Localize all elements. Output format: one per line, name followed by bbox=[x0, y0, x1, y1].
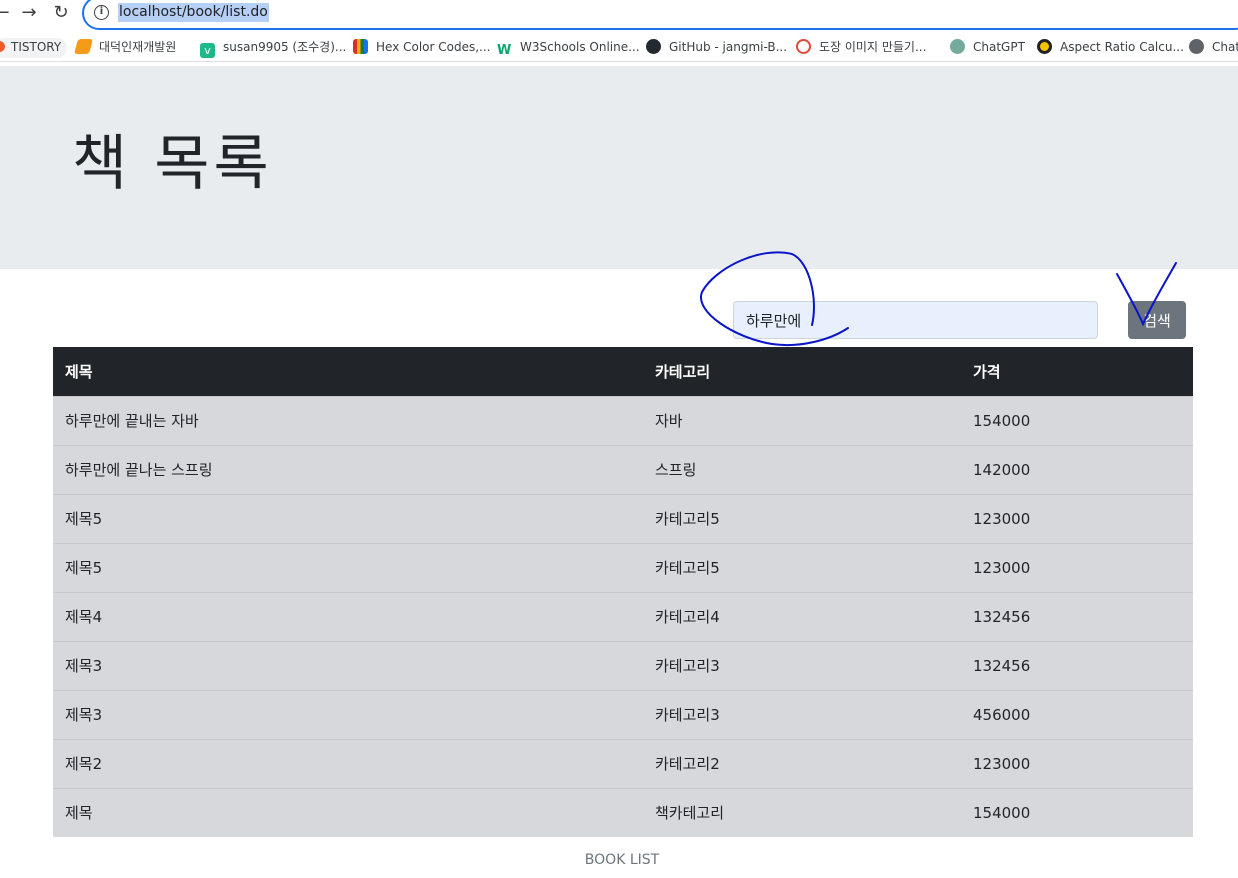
table-header-row: 제목 카테고리 가격 bbox=[53, 347, 1193, 396]
reload-icon[interactable]: ↻ bbox=[49, 2, 73, 26]
table-row[interactable]: 제목5 카테고리5 123000 bbox=[53, 542, 1193, 592]
tistory-icon bbox=[0, 41, 5, 52]
cell-title[interactable]: 제목5 bbox=[53, 493, 643, 543]
bookmark-label: susan9905 (조수경)... bbox=[223, 40, 347, 54]
cell-price: 456000 bbox=[961, 689, 1193, 739]
table-row[interactable]: 하루만에 끝내는 자바 자바 154000 bbox=[53, 395, 1193, 445]
bookmark-daedeok[interactable]: 대덕인재개발원 bbox=[73, 38, 177, 58]
cell-price: 132456 bbox=[961, 591, 1193, 641]
cell-title[interactable]: 하루만에 끝나는 스프링 bbox=[53, 444, 643, 494]
bookmark-label: TISTORY bbox=[11, 40, 62, 54]
browser-toolbar: ← → ↻ i localhost/book/list.do bbox=[0, 0, 1238, 30]
bookmark-label: ChatGPT bbox=[973, 40, 1025, 54]
bookmark-hex-color[interactable]: Hex Color Codes,... bbox=[353, 38, 491, 58]
cell-title[interactable]: 제목3 bbox=[53, 689, 643, 739]
info-icon[interactable]: i bbox=[94, 5, 109, 20]
cell-title[interactable]: 제목3 bbox=[53, 640, 643, 690]
cell-title[interactable]: 제목2 bbox=[53, 738, 643, 788]
cell-title[interactable]: 제목 bbox=[53, 787, 643, 837]
color-book-icon bbox=[353, 39, 368, 54]
github-icon bbox=[646, 39, 661, 54]
search-button[interactable]: 검색 bbox=[1128, 301, 1186, 339]
header-price: 가격 bbox=[961, 347, 1193, 396]
table-row[interactable]: 제목 책카테고리 154000 bbox=[53, 787, 1193, 837]
bookmark-label: Aspect Ratio Calcu... bbox=[1060, 40, 1184, 54]
cell-price: 123000 bbox=[961, 542, 1193, 592]
table-row[interactable]: 하루만에 끝나는 스프링 스프링 142000 bbox=[53, 444, 1193, 494]
forward-arrow-icon[interactable]: → bbox=[17, 2, 41, 26]
daedeok-icon bbox=[73, 39, 94, 54]
cell-category: 카테고리2 bbox=[643, 738, 961, 788]
cell-category: 카테고리5 bbox=[643, 542, 961, 592]
cell-category: 카테고리3 bbox=[643, 689, 961, 739]
cell-category: 카테고리4 bbox=[643, 591, 961, 641]
bookmark-w3schools[interactable]: W W3Schools Online... bbox=[497, 38, 640, 58]
velog-icon: v bbox=[200, 43, 215, 58]
bookmark-chatgpt[interactable]: ChatGPT bbox=[950, 38, 1025, 58]
table-row[interactable]: 제목2 카테고리2 123000 bbox=[53, 738, 1193, 788]
bookmark-label: Hex Color Codes,... bbox=[376, 40, 491, 54]
cell-price: 154000 bbox=[961, 787, 1193, 837]
cell-price: 154000 bbox=[961, 395, 1193, 445]
cell-price: 142000 bbox=[961, 444, 1193, 494]
bookmark-label: 도장 이미지 만들기... bbox=[819, 40, 927, 54]
header-category: 카테고리 bbox=[643, 347, 961, 396]
chatgpt-icon bbox=[950, 39, 965, 54]
table-row[interactable]: 제목3 카테고리3 132456 bbox=[53, 640, 1193, 690]
cell-title[interactable]: 하루만에 끝내는 자바 bbox=[53, 395, 643, 445]
bookmark-label: GitHub - jangmi-B... bbox=[669, 40, 788, 54]
aspect-ratio-icon bbox=[1037, 39, 1052, 54]
back-arrow-icon[interactable]: ← bbox=[0, 2, 14, 26]
bookmark-velog[interactable]: v susan9905 (조수경)... bbox=[200, 38, 346, 58]
book-table: 제목 카테고리 가격 하루만에 끝내는 자바 자바 154000 하루만에 끝나… bbox=[53, 347, 1193, 837]
cell-category: 책카테고리 bbox=[643, 787, 961, 837]
cell-category: 카테고리3 bbox=[643, 640, 961, 690]
cell-price: 123000 bbox=[961, 493, 1193, 543]
bookmark-label: Chat bbox=[1212, 40, 1238, 54]
jumbotron: 책 목록 bbox=[0, 66, 1238, 269]
cell-title[interactable]: 제목4 bbox=[53, 591, 643, 641]
table-row[interactable]: 제목4 카테고리4 132456 bbox=[53, 591, 1193, 641]
cell-price: 123000 bbox=[961, 738, 1193, 788]
bookmark-github[interactable]: GitHub - jangmi-B... bbox=[646, 38, 787, 58]
address-bar[interactable]: i localhost/book/list.do bbox=[82, 0, 1238, 30]
w3schools-icon: W bbox=[497, 43, 512, 58]
table-row[interactable]: 제목3 카테고리3 456000 bbox=[53, 689, 1193, 739]
bookmark-chat[interactable]: Chat bbox=[1189, 38, 1238, 58]
cell-title[interactable]: 제목5 bbox=[53, 542, 643, 592]
bookmark-tistory[interactable]: TISTORY bbox=[0, 38, 68, 58]
cell-category: 자바 bbox=[643, 395, 961, 445]
url-text[interactable]: localhost/book/list.do bbox=[118, 3, 269, 22]
page-title: 책 목록 bbox=[72, 129, 273, 199]
bookmarks-bar: TISTORY 대덕인재개발원 v susan9905 (조수경)... Hex … bbox=[0, 32, 1238, 62]
cell-category: 카테고리5 bbox=[643, 493, 961, 543]
bookmark-label: 대덕인재개발원 bbox=[99, 40, 177, 54]
bookmark-aspect-ratio[interactable]: Aspect Ratio Calcu... bbox=[1037, 38, 1184, 58]
stamp-icon bbox=[796, 39, 811, 54]
search-input[interactable] bbox=[733, 301, 1098, 339]
bookmark-label: W3Schools Online... bbox=[520, 40, 640, 54]
bookmark-stamp[interactable]: 도장 이미지 만들기... bbox=[796, 38, 926, 58]
cell-category: 스프링 bbox=[643, 444, 961, 494]
globe-icon bbox=[1189, 39, 1204, 54]
cell-price: 132456 bbox=[961, 640, 1193, 690]
footer-text: BOOK LIST bbox=[584, 852, 660, 868]
table-row[interactable]: 제목5 카테고리5 123000 bbox=[53, 493, 1193, 543]
header-title: 제목 bbox=[53, 347, 643, 396]
